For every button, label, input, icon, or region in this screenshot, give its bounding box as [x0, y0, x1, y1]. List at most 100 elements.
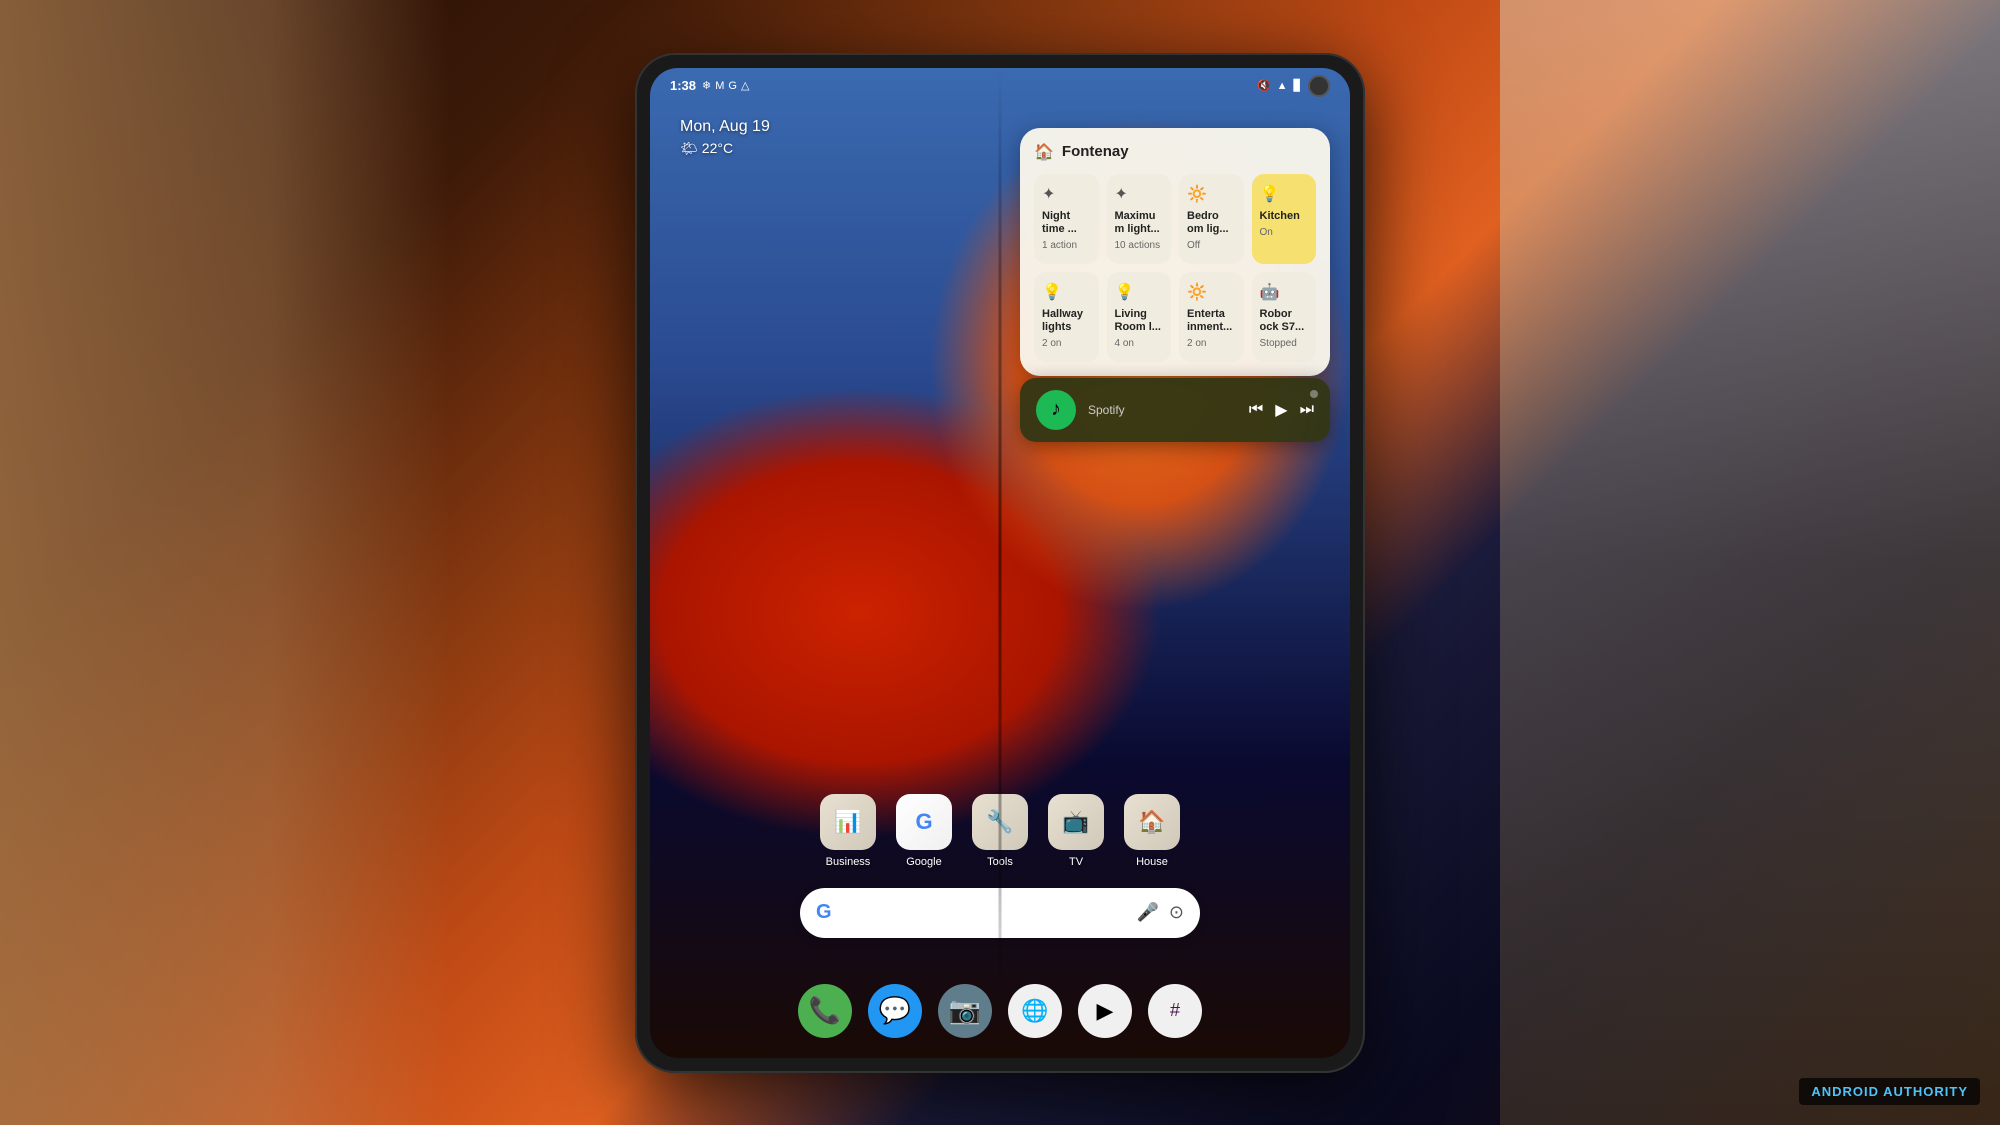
wifi-icon: ▲	[1277, 80, 1288, 92]
spotify-play-button[interactable]: ▶	[1275, 400, 1287, 420]
living-room-name: Living Room l...	[1115, 308, 1164, 334]
spotify-prev-button[interactable]: ⏮	[1249, 401, 1263, 419]
app-house[interactable]: 🏠 House	[1124, 794, 1180, 868]
hallway-name: Hallway lights	[1042, 308, 1091, 334]
tv-icon: 📺	[1048, 794, 1104, 850]
night-time-status: 1 action	[1042, 240, 1091, 252]
g-icon: G	[728, 80, 737, 92]
snowflake-icon: ❄	[702, 79, 711, 92]
spotify-widget[interactable]: ♪ Spotify ⏮ ▶ ⏭	[1020, 378, 1330, 442]
background-left	[0, 0, 450, 1125]
kitchen-status: On	[1260, 227, 1309, 239]
phone-body: 1:38 ❄ M G △ 🔇 ▲ ▊ Mon, Aug 19	[635, 53, 1365, 1073]
night-time-name: Night time ...	[1042, 210, 1091, 236]
dock-messages[interactable]: 💬	[868, 984, 922, 1038]
spotify-info: Spotify	[1088, 401, 1237, 419]
dock-camera[interactable]: 📷	[938, 984, 992, 1038]
roborock-name: Robor ock S7...	[1260, 308, 1309, 334]
tile-hallway[interactable]: 💡 Hallway lights 2 on	[1034, 272, 1099, 362]
date-weather-widget: Mon, Aug 19 🌤 22°C	[680, 118, 770, 157]
business-icon: 📊	[820, 794, 876, 850]
date-display: Mon, Aug 19	[680, 118, 770, 136]
tile-entertainment[interactable]: 🔆 Enterta inment... 2 on	[1179, 272, 1244, 362]
watermark-brand: ANDROID	[1811, 1084, 1883, 1099]
spotify-next-button[interactable]: ⏭	[1300, 401, 1314, 419]
camera-icon: 📷	[949, 995, 981, 1026]
location-icon: △	[741, 79, 749, 92]
night-time-icon: ✦	[1042, 184, 1091, 204]
tile-bedroom[interactable]: 🔆 Bedro om lig... Off	[1179, 174, 1244, 264]
dock-chrome[interactable]: 🌐	[1008, 984, 1062, 1038]
spotify-controls[interactable]: ⏮ ▶ ⏭	[1249, 400, 1314, 420]
max-light-name: Maximu m light...	[1115, 210, 1164, 236]
phone-icon: 📞	[809, 995, 841, 1026]
max-light-icon: ✦	[1115, 184, 1164, 204]
phone-device: 1:38 ❄ M G △ 🔇 ▲ ▊ Mon, Aug 19	[635, 53, 1365, 1073]
watermark-suffix: AUTHORITY	[1883, 1084, 1968, 1099]
app-tv[interactable]: 📺 TV	[1048, 794, 1104, 868]
entertainment-name: Enterta inment...	[1187, 308, 1236, 334]
google-icon: G	[896, 794, 952, 850]
status-left: 1:38 ❄ M G △	[670, 78, 749, 93]
tile-kitchen[interactable]: 💡 Kitchen On	[1252, 174, 1317, 264]
tile-roborock[interactable]: 🤖 Robor ock S7... Stopped	[1252, 272, 1317, 362]
bedroom-name: Bedro om lig...	[1187, 210, 1236, 236]
spotify-dot	[1310, 390, 1318, 398]
kitchen-name: Kitchen	[1260, 210, 1309, 223]
smart-home-widget[interactable]: 🏠 Fontenay ✦ Night time ... 1 action ✦ M…	[1020, 128, 1330, 376]
app-google[interactable]: G Google	[896, 794, 952, 868]
status-time: 1:38	[670, 78, 696, 93]
house-label: House	[1136, 856, 1168, 868]
hallway-icon: 💡	[1042, 282, 1091, 302]
living-room-icon: 💡	[1115, 282, 1164, 302]
google-emoji: G	[915, 809, 932, 835]
spotify-label: Spotify	[1088, 403, 1125, 417]
spotify-logo: ♪	[1036, 390, 1076, 430]
home-icon: 🏠	[1034, 142, 1054, 162]
battery-icon: ▊	[1294, 79, 1302, 92]
tv-label: TV	[1069, 856, 1083, 868]
roborock-icon: 🤖	[1260, 282, 1309, 302]
living-room-status: 4 on	[1115, 338, 1164, 350]
dock-phone[interactable]: 📞	[798, 984, 852, 1038]
microphone-icon[interactable]: 🎤	[1136, 902, 1158, 923]
phone-screen: 1:38 ❄ M G △ 🔇 ▲ ▊ Mon, Aug 19	[650, 68, 1350, 1058]
house-app-icon: 🏠	[1124, 794, 1180, 850]
spotify-icon: ♪	[1051, 398, 1061, 421]
tv-emoji: 📺	[1062, 809, 1089, 835]
tile-living-room[interactable]: 💡 Living Room l... 4 on	[1107, 272, 1172, 362]
avatar	[1308, 75, 1330, 97]
entertainment-icon: 🔆	[1187, 282, 1236, 302]
hallway-status: 2 on	[1042, 338, 1091, 350]
max-light-status: 10 actions	[1115, 240, 1164, 252]
dock-play-store[interactable]: ▶	[1078, 984, 1132, 1038]
background-right	[1500, 0, 2000, 1125]
google-label: Google	[906, 856, 941, 868]
kitchen-icon: 💡	[1260, 184, 1309, 204]
status-icons: ❄ M G △	[702, 79, 749, 92]
google-g-logo: G	[816, 901, 832, 924]
dock-slack[interactable]: #	[1148, 984, 1202, 1038]
entertainment-status: 2 on	[1187, 338, 1236, 350]
bedroom-icon: 🔆	[1187, 184, 1236, 204]
widget-header: 🏠 Fontenay	[1034, 142, 1316, 162]
business-emoji: 📊	[834, 809, 861, 835]
search-right-icons: 🎤 ⊙	[1136, 902, 1184, 923]
app-business[interactable]: 📊 Business	[820, 794, 876, 868]
tile-max-light[interactable]: ✦ Maximu m light... 10 actions	[1107, 174, 1172, 264]
mute-icon: 🔇	[1257, 79, 1271, 92]
tile-night-time[interactable]: ✦ Night time ... 1 action	[1034, 174, 1099, 264]
chrome-icon: 🌐	[1021, 998, 1048, 1024]
play-store-icon: ▶	[1097, 998, 1114, 1024]
mail-icon: M	[715, 80, 724, 92]
weather-display: 🌤 22°C	[680, 140, 770, 157]
house-emoji: 🏠	[1138, 809, 1165, 835]
status-right: 🔇 ▲ ▊	[1257, 75, 1330, 97]
watermark: ANDROID AUTHORITY	[1799, 1078, 1980, 1105]
lens-icon[interactable]: ⊙	[1169, 902, 1184, 923]
fold-crease	[999, 68, 1002, 1058]
roborock-status: Stopped	[1260, 338, 1309, 350]
messages-icon: 💬	[879, 995, 911, 1026]
widget-grid: ✦ Night time ... 1 action ✦ Maximu m lig…	[1034, 174, 1316, 362]
widget-title: Fontenay	[1062, 143, 1129, 160]
